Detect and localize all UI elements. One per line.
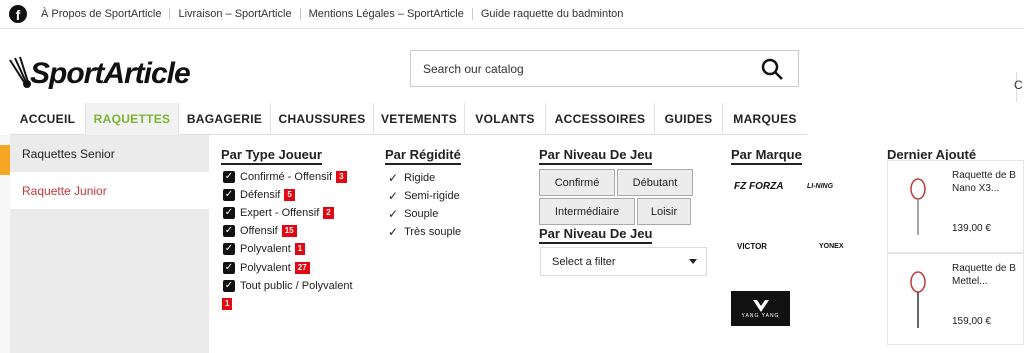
- brand-logo-yangyang[interactable]: YANG YANG: [731, 291, 790, 326]
- option-label: Expert - Offensif: [240, 207, 320, 219]
- cart-label[interactable]: C: [1014, 78, 1023, 92]
- count-badge: 27: [294, 262, 310, 274]
- check-icon: ✓: [388, 225, 399, 239]
- brand-logo-yangyang-text: YANG YANG: [741, 312, 780, 319]
- niveau-button-debutant[interactable]: Débutant: [617, 169, 693, 196]
- link-guide-raquette[interactable]: Guide raquette du badminton: [471, 8, 632, 20]
- checkbox-checked-icon[interactable]: ✓: [223, 171, 235, 183]
- nav-accueil[interactable]: ACCUEIL: [10, 103, 86, 135]
- product-name[interactable]: Raquette de B Mettel...: [952, 262, 1016, 288]
- count-badge: 1: [294, 243, 306, 255]
- filter-title-niveau-select: Par Niveau De Jeu: [539, 226, 653, 244]
- product-card[interactable]: Raquette de B Nano X3... 139,00 €: [887, 160, 1024, 253]
- filter-option[interactable]: ✓ Tout public / Polyvalent: [223, 280, 353, 292]
- check-icon: ✓: [388, 207, 399, 221]
- main-nav: ACCUEIL RAQUETTES BAGAGERIE CHAUSSURES V…: [10, 103, 807, 135]
- link-mentions-legales[interactable]: Mentions Légales – SportArticle: [299, 8, 472, 20]
- filter-option[interactable]: ✓ Confirmé - Offensif 3: [223, 171, 347, 183]
- logo-text: SportArticle: [30, 57, 190, 90]
- niveau-button-intermediaire[interactable]: Intermédiaire: [539, 198, 635, 225]
- checkbox-checked-icon[interactable]: ✓: [223, 207, 235, 219]
- submenu-raquette-junior[interactable]: Raquette Junior: [10, 172, 209, 209]
- option-label: Rigide: [404, 172, 436, 184]
- brand-logo-forza[interactable]: FZ FORZA: [734, 181, 783, 192]
- count-badge: 5: [284, 189, 295, 201]
- brand-logo-yonex[interactable]: YONEX: [819, 243, 844, 250]
- facebook-icon[interactable]: f: [9, 5, 27, 23]
- filter-option[interactable]: ✓ Expert - Offensif 2: [223, 207, 334, 219]
- left-strip: [0, 135, 10, 353]
- option-label: Polyvalent: [240, 262, 291, 274]
- count-badge: 15: [281, 225, 297, 237]
- link-a-propos[interactable]: À Propos de SportArticle: [33, 8, 169, 20]
- filter-option[interactable]: ✓ Offensif 15: [223, 225, 297, 237]
- top-bar: f À Propos de SportArticle Livraison – S…: [0, 0, 1024, 29]
- nav-vetements[interactable]: VETEMENTS: [374, 103, 465, 135]
- brand-logo-victor[interactable]: VICTOR: [737, 242, 767, 251]
- checkbox-checked-icon[interactable]: ✓: [223, 225, 235, 237]
- checkbox-checked-icon[interactable]: ✓: [223, 189, 235, 201]
- filter-option[interactable]: ✓ Rigide: [388, 171, 435, 185]
- filter-option[interactable]: ✓ Souple: [388, 207, 438, 221]
- product-price: 159,00 €: [952, 316, 991, 327]
- option-label: Très souple: [404, 226, 462, 238]
- product-name[interactable]: Raquette de B Nano X3...: [952, 169, 1016, 195]
- search-box[interactable]: Search our catalog: [410, 50, 799, 87]
- filter-option[interactable]: ✓ Polyvalent 1: [223, 243, 306, 255]
- option-label: Tout public / Polyvalent: [240, 280, 353, 292]
- caret-down-icon: [689, 259, 697, 264]
- checkbox-checked-icon[interactable]: ✓: [223, 262, 235, 274]
- option-label: Souple: [404, 208, 439, 220]
- filter-title-type-joueur: Par Type Joueur: [221, 147, 322, 165]
- option-label: Offensif: [240, 225, 278, 237]
- select-value: Select a filter: [552, 255, 616, 268]
- search-icon[interactable]: [760, 57, 784, 81]
- option-label: Polyvalent: [240, 243, 291, 255]
- racket-image: [910, 178, 926, 235]
- niveau-button-loisir[interactable]: Loisir: [637, 198, 691, 225]
- nav-accessoires[interactable]: ACCESSOIRES: [546, 103, 655, 135]
- niveau-button-confirme[interactable]: Confirmé: [539, 169, 615, 196]
- filter-option[interactable]: ✓ Défensif 5: [223, 189, 295, 201]
- product-card[interactable]: Raquette de B Mettel... 159,00 €: [887, 253, 1024, 345]
- filter-title-marque: Par Marque: [731, 147, 802, 165]
- yangyang-emblem-icon: [752, 299, 769, 312]
- checkbox-checked-icon[interactable]: ✓: [223, 243, 235, 255]
- submenu-panel: Raquettes Senior Raquette Junior: [10, 135, 209, 353]
- checkbox-checked-icon[interactable]: ✓: [223, 280, 235, 292]
- site-logo[interactable]: SportArticle: [8, 52, 204, 90]
- racket-image: [910, 271, 926, 328]
- filter-option[interactable]: ✓ Polyvalent 27: [223, 262, 310, 274]
- check-icon: ✓: [388, 171, 399, 185]
- logo-shuttlecock-icon: SportArticle: [9, 56, 191, 90]
- nav-raquettes[interactable]: RAQUETTES: [86, 103, 179, 135]
- option-label: Défensif: [240, 189, 281, 201]
- filter-title-rigidite: Par Régidité: [385, 147, 461, 165]
- nav-guides[interactable]: GUIDES: [655, 103, 723, 135]
- filter-option[interactable]: ✓ Très souple: [388, 225, 461, 239]
- link-livraison[interactable]: Livraison – SportArticle: [169, 8, 299, 20]
- filter-option[interactable]: ✓ Semi-rigide: [388, 189, 460, 203]
- filter-title-niveau: Par Niveau De Jeu: [539, 147, 653, 165]
- count-badge: 2: [323, 207, 334, 219]
- nav-chaussures[interactable]: CHAUSSURES: [271, 103, 374, 135]
- nav-volants[interactable]: VOLANTS: [465, 103, 546, 135]
- nav-bagagerie[interactable]: BAGAGERIE: [179, 103, 271, 135]
- option-label: Semi-rigide: [404, 190, 460, 202]
- niveau-select[interactable]: Select a filter: [540, 247, 707, 276]
- check-icon: ✓: [388, 189, 399, 203]
- submenu-raquettes-senior[interactable]: Raquettes Senior: [10, 135, 209, 172]
- nav-marques[interactable]: MARQUES: [723, 103, 807, 135]
- option-label: Confirmé - Offensif: [240, 171, 333, 183]
- product-price: 139,00 €: [952, 223, 991, 234]
- count-badge: 1: [222, 298, 233, 310]
- search-input[interactable]: Search our catalog: [423, 62, 524, 76]
- brand-logo-lining[interactable]: LI-NING: [807, 183, 833, 190]
- active-marker: [0, 145, 10, 175]
- count-badge: 3: [336, 171, 347, 183]
